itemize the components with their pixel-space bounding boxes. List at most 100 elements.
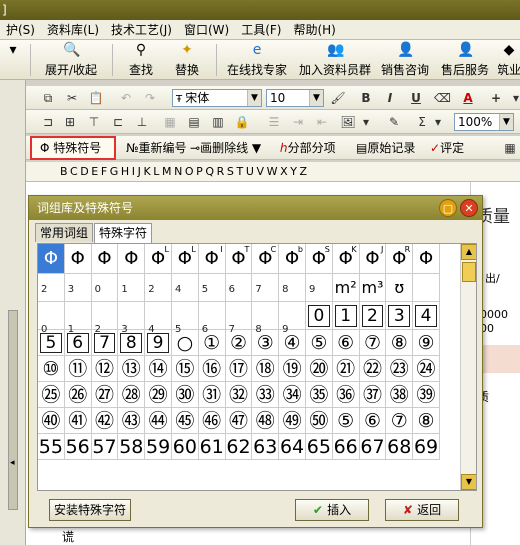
symbol-cell[interactable]: ㉜: [225, 382, 253, 408]
symbol-cell[interactable]: ΦL: [145, 244, 172, 274]
symbol-cell[interactable]: 8: [279, 274, 306, 302]
menu-item[interactable]: 窗口(W): [178, 21, 235, 38]
tab-special-characters[interactable]: 特殊字符: [94, 223, 153, 243]
symbol-cell[interactable]: 60: [171, 434, 199, 460]
symbol-cell[interactable]: ㉛: [198, 382, 226, 408]
symbol-cell[interactable]: ③: [252, 330, 280, 356]
symbol-cell[interactable]: ㉔: [413, 356, 440, 382]
symbol-cell[interactable]: ΦS: [305, 244, 333, 274]
symbol-cell[interactable]: ΦJ: [359, 244, 387, 274]
symbol-cell[interactable]: ΦK: [332, 244, 360, 274]
grid-icon[interactable]: ▦: [162, 114, 178, 130]
symbol-cell[interactable]: 65: [305, 434, 333, 460]
indent-icon[interactable]: ⇥: [290, 114, 306, 130]
sales-consult-button[interactable]: 👤 销售咨询: [380, 40, 430, 80]
highlight-icon[interactable]: ⌫: [434, 90, 451, 106]
undo-icon[interactable]: ↶: [118, 90, 134, 106]
symbol-cell[interactable]: [413, 274, 440, 302]
underline-icon[interactable]: U: [408, 90, 424, 106]
symbol-cell[interactable]: ⑰: [225, 356, 253, 382]
picture-icon[interactable]: 🖼: [340, 114, 356, 130]
paste-icon[interactable]: 📋: [88, 90, 104, 106]
symbol-cell[interactable]: 56: [64, 434, 92, 460]
symbol-cell[interactable]: 59: [145, 434, 172, 460]
symbol-cell[interactable]: 5: [198, 274, 226, 302]
scroll-thumb[interactable]: [462, 262, 476, 282]
close-icon[interactable]: ✕: [460, 199, 478, 217]
scroll-down-icon[interactable]: ▼: [461, 474, 476, 490]
symbol-cell[interactable]: 0: [38, 302, 65, 335]
symbol-cell[interactable]: ⑧: [413, 408, 440, 434]
chevron-down-icon[interactable]: ▾: [430, 114, 446, 130]
paste-table-icon[interactable]: ▥: [210, 114, 226, 130]
italic-icon[interactable]: I: [382, 90, 398, 106]
symbol-cell[interactable]: ㊻: [198, 408, 226, 434]
symbol-cell[interactable]: 4: [171, 274, 199, 302]
symbol-cell[interactable]: 1: [64, 302, 92, 335]
insert-button[interactable]: ✔ 插入: [295, 499, 369, 521]
symbol-cell[interactable]: ㊸: [118, 408, 146, 434]
symbol-cell[interactable]: ○: [171, 330, 199, 356]
symbol-cell[interactable]: ⑪: [64, 356, 92, 382]
symbol-cell[interactable]: 9: [279, 302, 306, 335]
symbol-cell[interactable]: 57: [91, 434, 119, 460]
collapse-arrow-icon[interactable]: ◂: [10, 458, 15, 468]
symbol-cell[interactable]: ⑦: [386, 408, 414, 434]
symbol-cell[interactable]: 0: [91, 274, 119, 302]
original-record-button[interactable]: ▤原始记录: [356, 139, 415, 157]
symbol-cell[interactable]: 6: [64, 330, 92, 356]
install-special-chars-button[interactable]: 安装特殊字符: [49, 499, 131, 521]
find-button[interactable]: ⚲ 查找: [126, 40, 156, 80]
symbol-cell[interactable]: 8: [118, 330, 146, 356]
symbol-cell[interactable]: 67: [359, 434, 387, 460]
symbol-cell[interactable]: 2: [91, 302, 119, 335]
symbol-cell[interactable]: Φb: [279, 244, 306, 274]
symbol-cell[interactable]: ⑫: [91, 356, 119, 382]
symbol-cell[interactable]: ⑤: [305, 330, 333, 356]
symbol-cell[interactable]: m³: [359, 274, 387, 302]
symbol-cell[interactable]: 1: [332, 302, 360, 330]
sum-icon[interactable]: Σ: [414, 114, 430, 130]
symbol-cell[interactable]: ㉙: [145, 382, 172, 408]
symbol-cell[interactable]: Φ: [38, 244, 65, 274]
extra-tool-icon[interactable]: ▦: [502, 140, 518, 156]
split-icon[interactable]: ⊞: [62, 114, 78, 130]
expand-collapse-button[interactable]: 🔍 展开/收起: [38, 40, 104, 80]
symbol-cell[interactable]: ΦL: [171, 244, 199, 274]
symbol-cell[interactable]: ㉘: [118, 382, 146, 408]
symbol-cell[interactable]: ㊵: [38, 408, 65, 434]
symbol-cell[interactable]: ⑲: [279, 356, 306, 382]
menu-item[interactable]: 护(S): [0, 21, 41, 38]
chevron-down-icon[interactable]: ▾: [358, 114, 374, 130]
symbol-cell[interactable]: 3: [64, 274, 92, 302]
menu-item[interactable]: 帮助(H): [287, 21, 341, 38]
print-icon[interactable]: ▤: [186, 114, 202, 130]
symbol-cell[interactable]: Φ: [64, 244, 92, 274]
symbol-cell[interactable]: 2: [145, 274, 172, 302]
bold-icon[interactable]: B: [358, 90, 374, 106]
symbol-cell[interactable]: 7: [225, 302, 253, 335]
symbol-cell[interactable]: ⑥: [332, 330, 360, 356]
redo-icon[interactable]: ↷: [142, 90, 158, 106]
symbol-cell[interactable]: ㊳: [386, 382, 414, 408]
symbol-cell[interactable]: ㉞: [279, 382, 306, 408]
symbol-cell[interactable]: m²: [332, 274, 360, 302]
merge-icon[interactable]: ⊐: [40, 114, 56, 130]
cut-icon[interactable]: ✂: [64, 90, 80, 106]
symbol-cell[interactable]: ⑦: [359, 330, 387, 356]
symbol-cell[interactable]: 7: [252, 274, 280, 302]
symbol-cell[interactable]: ④: [279, 330, 306, 356]
scroll-up-icon[interactable]: ▲: [461, 244, 476, 260]
symbol-cell[interactable]: ⑳: [305, 356, 333, 382]
symbol-cell[interactable]: ㉟: [305, 382, 333, 408]
symbol-cell[interactable]: ㊽: [252, 408, 280, 434]
symbol-cell[interactable]: Φ: [118, 244, 146, 274]
menu-item[interactable]: 资料库(L): [41, 21, 105, 38]
minimize-icon[interactable]: ▢: [439, 199, 457, 217]
align-icon[interactable]: ⊏: [110, 114, 126, 130]
symbol-cell[interactable]: ʊ: [386, 274, 414, 302]
symbol-cell[interactable]: 5: [38, 330, 65, 356]
symbol-cell[interactable]: ㉝: [252, 382, 280, 408]
menu-item[interactable]: 工具(F): [235, 21, 287, 38]
symbol-cell[interactable]: 64: [279, 434, 306, 460]
